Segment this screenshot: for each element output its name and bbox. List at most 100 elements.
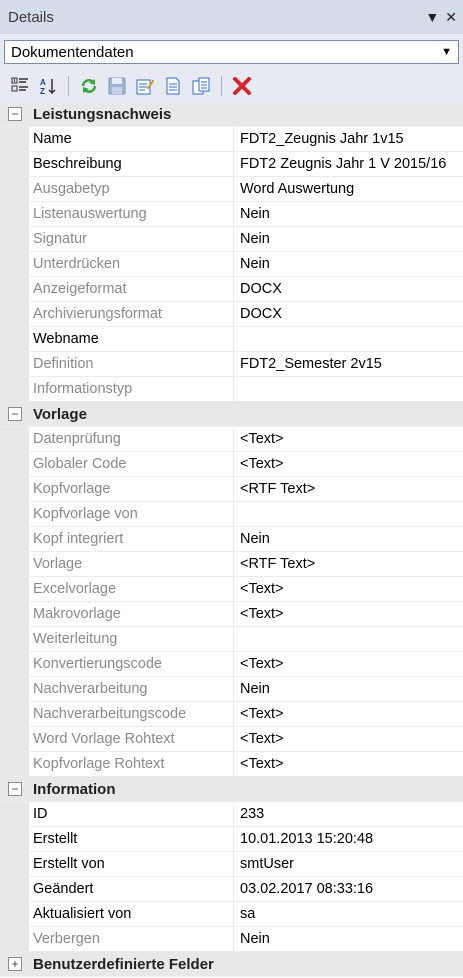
property-value[interactable] <box>234 627 463 651</box>
property-value[interactable]: Nein <box>234 677 463 701</box>
property-row[interactable]: Nachverarbeitung Nein <box>0 677 463 702</box>
property-row[interactable]: Webname <box>0 327 463 352</box>
property-value[interactable]: Nein <box>234 227 463 251</box>
category-header[interactable]: − Leistungsnachweis <box>0 102 463 127</box>
property-name: Ausgabetyp <box>29 177 234 201</box>
property-value[interactable]: 10.01.2013 15:20:48 <box>234 827 463 851</box>
property-name: Kopfvorlage Rohtext <box>29 752 234 776</box>
property-row[interactable]: Listenauswertung Nein <box>0 202 463 227</box>
property-name: Word Vorlage Rohtext <box>29 727 234 751</box>
save-icon[interactable] <box>107 76 127 96</box>
property-row[interactable]: Verbergen Nein <box>0 927 463 952</box>
collapse-icon[interactable]: − <box>8 107 22 121</box>
property-value[interactable]: FDT2_Zeugnis Jahr 1v15 <box>234 127 463 151</box>
property-row[interactable]: Erstellt von smtUser <box>0 852 463 877</box>
refresh-icon[interactable] <box>79 76 99 96</box>
property-row[interactable]: Word Vorlage Rohtext <Text> <box>0 727 463 752</box>
property-value[interactable]: <Text> <box>234 427 463 451</box>
property-value[interactable]: <RTF Text> <box>234 552 463 576</box>
delete-icon[interactable] <box>232 76 252 96</box>
property-row[interactable]: Makrovorlage <Text> <box>0 602 463 627</box>
property-row[interactable]: Datenprüfung <Text> <box>0 427 463 452</box>
property-value[interactable]: Nein <box>234 252 463 276</box>
edit-icon[interactable] <box>135 76 155 96</box>
property-row[interactable]: Kopfvorlage Rohtext <Text> <box>0 752 463 777</box>
property-row[interactable]: Erstellt 10.01.2013 15:20:48 <box>0 827 463 852</box>
property-value[interactable]: 233 <box>234 802 463 826</box>
property-row[interactable]: Kopfvorlage <RTF Text> <box>0 477 463 502</box>
property-name: Unterdrücken <box>29 252 234 276</box>
property-row[interactable]: Weiterleitung <box>0 627 463 652</box>
property-value[interactable] <box>234 377 463 401</box>
row-gutter <box>0 427 29 451</box>
property-row[interactable]: Signatur Nein <box>0 227 463 252</box>
property-row[interactable]: Name FDT2_Zeugnis Jahr 1v15 <box>0 127 463 152</box>
property-value[interactable]: 03.02.2017 08:33:16 <box>234 877 463 901</box>
property-row[interactable]: Konvertierungscode <Text> <box>0 652 463 677</box>
close-icon[interactable]: ✕ <box>445 9 457 26</box>
property-value[interactable]: <Text> <box>234 452 463 476</box>
property-value[interactable]: <Text> <box>234 577 463 601</box>
property-value[interactable]: <Text> <box>234 702 463 726</box>
property-row[interactable]: Kopfvorlage von <box>0 502 463 527</box>
property-row[interactable]: Globaler Code <Text> <box>0 452 463 477</box>
object-selector-dropdown[interactable]: Dokumentendaten ▼ <box>4 40 459 64</box>
property-value[interactable]: <Text> <box>234 727 463 751</box>
property-value[interactable]: smtUser <box>234 852 463 876</box>
property-row[interactable]: Definition FDT2_Semester 2v15 <box>0 352 463 377</box>
property-name: Kopfvorlage von <box>29 502 234 526</box>
selector-value: Dokumentendaten <box>11 43 134 61</box>
property-row[interactable]: Beschreibung FDT2 Zeugnis Jahr 1 V 2015/1… <box>0 152 463 177</box>
property-value[interactable]: DOCX <box>234 277 463 301</box>
categorized-icon[interactable] <box>10 76 30 96</box>
property-value[interactable]: <Text> <box>234 652 463 676</box>
property-value[interactable] <box>234 327 463 351</box>
property-row[interactable]: Anzeigeformat DOCX <box>0 277 463 302</box>
property-row[interactable]: Kopf integriert Nein <box>0 527 463 552</box>
property-value[interactable]: DOCX <box>234 302 463 326</box>
selector-area: Dokumentendaten ▼ <box>0 34 463 70</box>
property-value[interactable]: <RTF Text> <box>234 477 463 501</box>
property-row[interactable]: Vorlage <RTF Text> <box>0 552 463 577</box>
property-value[interactable]: Word Auswertung <box>234 177 463 201</box>
property-row[interactable]: Unterdrücken Nein <box>0 252 463 277</box>
property-name: Verbergen <box>29 927 234 951</box>
row-gutter <box>0 202 29 226</box>
row-gutter <box>0 577 29 601</box>
property-value[interactable]: sa <box>234 902 463 926</box>
property-value[interactable]: FDT2 Zeugnis Jahr 1 V 2015/16 <box>234 152 463 176</box>
row-gutter <box>0 752 29 776</box>
property-value[interactable]: <Text> <box>234 752 463 776</box>
category-header[interactable]: − Information <box>0 777 463 802</box>
property-row[interactable]: Aktualisiert von sa <box>0 902 463 927</box>
property-row[interactable]: Excelvorlage <Text> <box>0 577 463 602</box>
property-value[interactable]: FDT2_Semester 2v15 <box>234 352 463 376</box>
property-row[interactable]: Geändert 03.02.2017 08:33:16 <box>0 877 463 902</box>
property-name: ID <box>29 802 234 826</box>
row-gutter <box>0 452 29 476</box>
copy-icon[interactable] <box>191 76 211 96</box>
property-row[interactable]: Nachverarbeitungscode <Text> <box>0 702 463 727</box>
row-gutter <box>0 802 29 826</box>
panel-title: Details <box>8 8 54 26</box>
collapse-icon[interactable]: − <box>8 407 22 421</box>
dropdown-arrow-icon[interactable]: ▼ <box>425 9 439 25</box>
document-icon[interactable] <box>163 76 183 96</box>
property-value[interactable]: Nein <box>234 527 463 551</box>
row-gutter <box>0 527 29 551</box>
category-header[interactable]: + Benutzerdefinierte Felder <box>0 952 463 977</box>
property-value[interactable] <box>234 502 463 526</box>
collapse-icon[interactable]: − <box>8 782 22 796</box>
property-row[interactable]: Ausgabetyp Word Auswertung <box>0 177 463 202</box>
property-value[interactable]: Nein <box>234 202 463 226</box>
alphabetical-sort-icon[interactable]: AZ <box>38 76 58 96</box>
property-value[interactable]: Nein <box>234 927 463 951</box>
expand-icon[interactable]: + <box>8 957 22 971</box>
property-name: Weiterleitung <box>29 627 234 651</box>
property-row[interactable]: Archivierungsformat DOCX <box>0 302 463 327</box>
property-name: Kopfvorlage <box>29 477 234 501</box>
property-row[interactable]: ID 233 <box>0 802 463 827</box>
property-value[interactable]: <Text> <box>234 602 463 626</box>
category-header[interactable]: − Vorlage <box>0 402 463 427</box>
property-row[interactable]: Informationstyp <box>0 377 463 402</box>
